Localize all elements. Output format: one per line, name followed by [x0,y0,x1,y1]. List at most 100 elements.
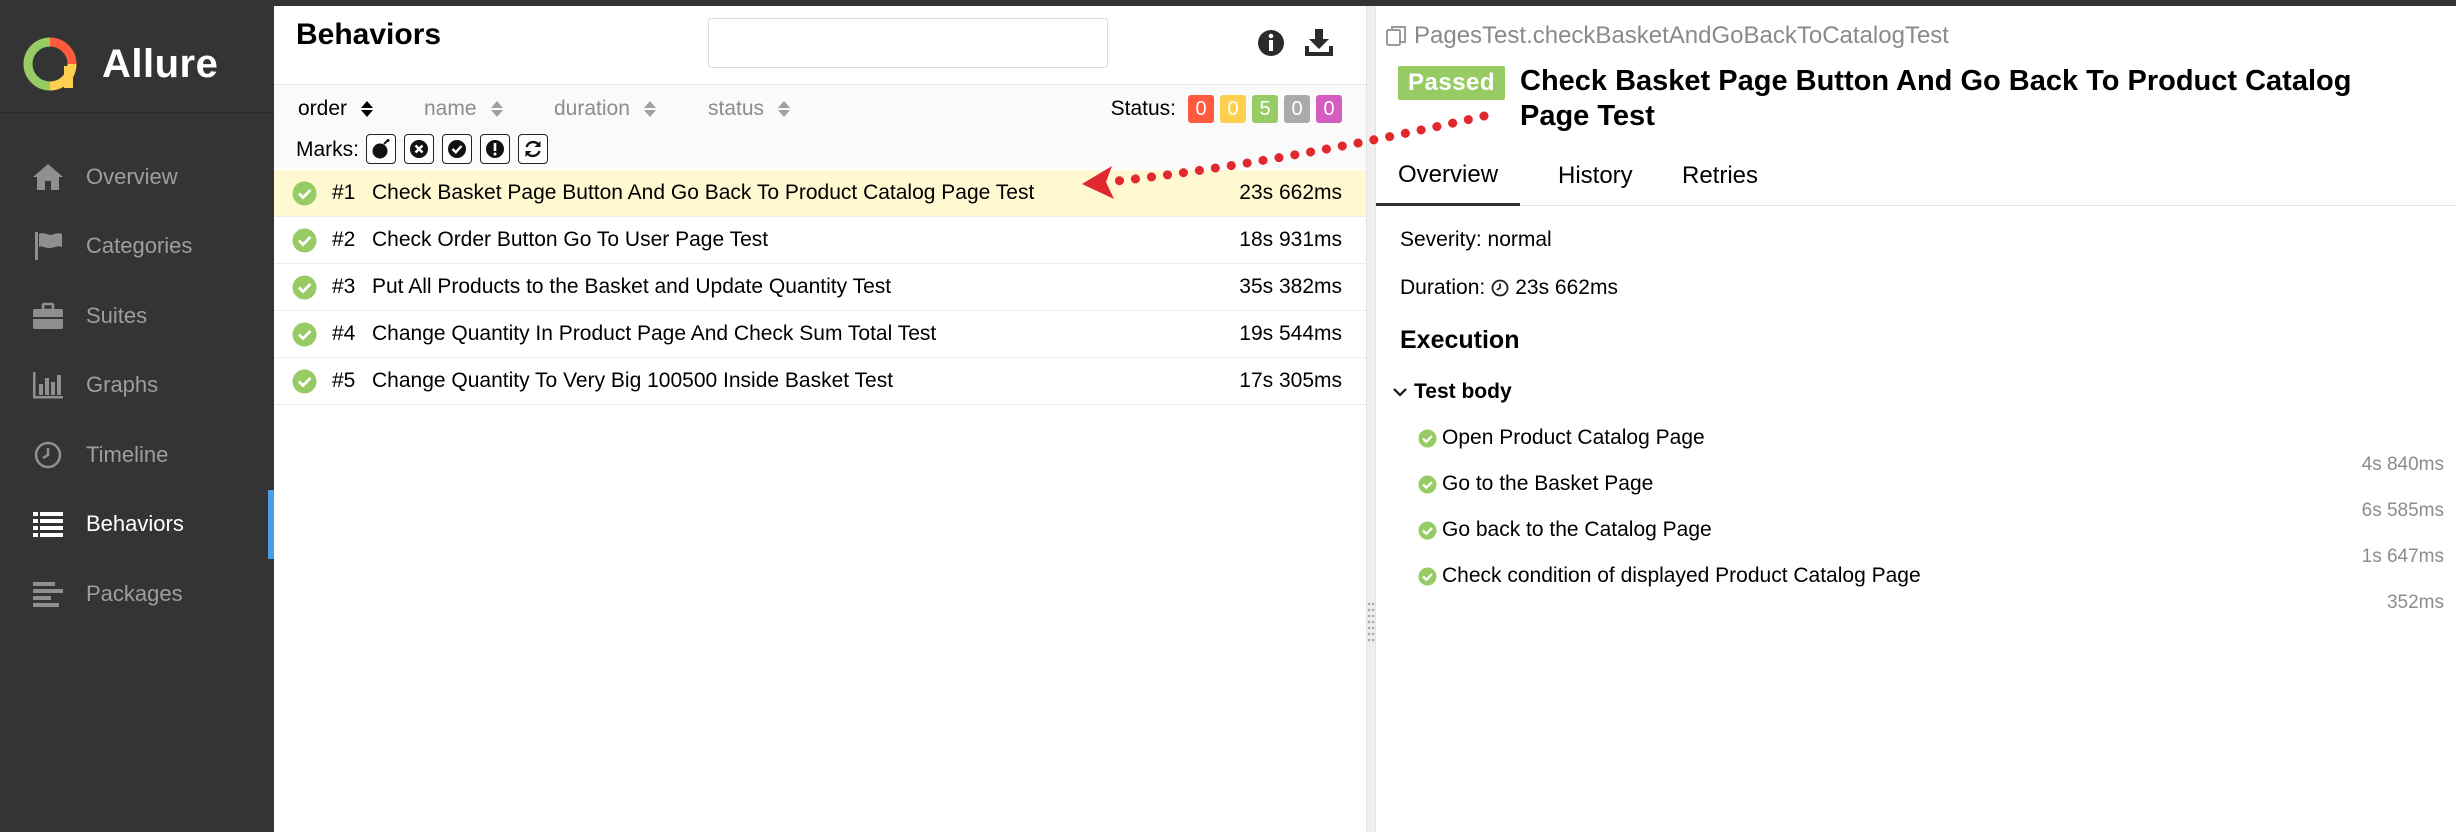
step-name: Go to the Basket Page [1442,472,1654,495]
table-row[interactable]: #3 Put All Products to the Basket and Up… [274,264,1366,311]
row-number: #4 [332,322,356,345]
sidebar-item-packages[interactable]: Packages [0,559,274,629]
behaviors-list: #1 Check Basket Page Button And Go Back … [274,170,1366,405]
list-icon [30,506,66,542]
sort-status-label: status [708,97,765,120]
behaviors-panel: Behaviors order name duration status Sta… [274,6,1366,832]
pane-splitter[interactable] [1366,6,1376,832]
status-unknown-badge[interactable]: 0 [1316,95,1342,123]
table-row[interactable]: #1 Check Basket Page Button And Go Back … [274,170,1366,217]
passed-status-icon [292,228,317,253]
test-title: Check Basket Page Button And Go Back To … [1520,65,2352,132]
status-badge: Passed [1398,66,1506,100]
row-name: Check Basket Page Button And Go Back To … [372,181,1035,204]
table-row[interactable]: #2 Check Order Button Go To User Page Te… [274,217,1366,264]
sort-order[interactable]: order [298,97,374,121]
row-name: Put All Products to the Basket and Updat… [372,275,892,298]
check-circle-icon[interactable] [442,134,472,164]
row-duration: 35s 382ms [1239,275,1342,298]
status-failed-badge[interactable]: 0 [1188,95,1214,123]
copy-icon[interactable] [1384,24,1408,48]
sidebar-item-categories[interactable]: Categories [0,212,274,282]
passed-status-icon [292,322,317,347]
step-item[interactable]: Open Product Catalog Page [1418,426,1705,450]
detail-tabs: Overview History Retries [1376,146,2456,206]
row-number: #2 [332,228,356,251]
tab-history[interactable]: History [1536,146,1655,206]
sort-bar: order name duration status Status: 0 0 5… [274,84,1366,132]
tab-overview[interactable]: Overview [1376,146,1521,206]
row-duration: 19s 544ms [1239,322,1342,345]
sidebar-item-timeline[interactable]: Timeline [0,420,274,490]
step-name: Check condition of displayed Product Cat… [1442,564,1921,587]
step-name: Open Product Catalog Page [1442,426,1705,449]
bar-chart-icon [30,367,66,403]
refresh-icon[interactable] [518,134,548,164]
marks-bar: Marks: [274,132,1366,168]
sidebar-item-graphs[interactable]: Graphs [0,351,274,421]
passed-status-icon [1418,429,1437,447]
sidebar-divider [0,112,274,113]
sort-arrows-icon [643,101,656,117]
drag-handle-icon[interactable] [1367,600,1375,644]
row-number: #5 [332,369,356,392]
bomb-icon[interactable] [366,134,396,164]
status-label: Status: [1110,97,1176,120]
sidebar-item-overview[interactable]: Overview [0,142,274,212]
status-broken-badge[interactable]: 0 [1220,95,1246,123]
test-body-toggle[interactable]: Test body [1392,380,1512,404]
table-row[interactable]: #4 Change Quantity In Product Page And C… [274,311,1366,358]
sort-duration-label: duration [554,97,630,120]
row-name: Change Quantity To Very Big 100500 Insid… [372,369,894,392]
chevron-down-icon [1393,388,1407,397]
sort-duration[interactable]: duration [554,97,656,121]
sidebar-item-label: Suites [86,302,148,328]
passed-status-icon [1418,521,1437,539]
sidebar-item-behaviors[interactable]: Behaviors [0,489,274,560]
home-icon [30,159,66,195]
sidebar: Allure Overview Categories Suites Graphs… [0,6,274,832]
row-number: #3 [332,275,356,298]
sidebar-item-suites[interactable]: Suites [0,281,274,351]
row-name: Change Quantity In Product Page And Chec… [372,322,937,345]
sidebar-item-label: Categories [86,233,193,259]
step-name: Go back to the Catalog Page [1442,518,1712,541]
status-passed-badge[interactable]: 5 [1252,95,1278,123]
sidebar-item-label: Overview [86,163,178,189]
sidebar-nav: Overview Categories Suites Graphs Timeli… [0,142,274,629]
table-row[interactable]: #5 Change Quantity To Very Big 100500 In… [274,358,1366,405]
step-item[interactable]: Go back to the Catalog Page [1418,518,1712,542]
passed-status-icon [292,275,317,300]
exclamation-circle-icon[interactable] [480,134,510,164]
sort-name[interactable]: name [424,97,503,121]
test-detail-panel: PagesTest.checkBasketAndGoBackToCatalogT… [1376,6,2456,832]
step-duration: 1s 647ms [2361,546,2444,567]
execution-title: Execution [1400,326,1520,354]
clock-icon [30,437,66,473]
breadcrumb: PagesTest.checkBasketAndGoBackToCatalogT… [1384,22,1949,50]
step-item[interactable]: Go to the Basket Page [1418,472,1653,496]
sort-status[interactable]: status [708,97,791,121]
passed-status-icon [1418,475,1437,493]
duration-label: Duration: [1400,276,1486,299]
info-icon[interactable] [1254,26,1288,60]
row-number: #1 [332,181,356,204]
step-duration: 6s 585ms [2361,500,2444,521]
brand[interactable]: Allure [22,32,218,96]
tab-retries[interactable]: Retries [1660,146,1780,206]
row-duration: 17s 305ms [1239,369,1342,392]
passed-status-icon [292,369,317,394]
passed-status-icon [292,181,317,206]
duration-line: Duration: 23s 662ms [1400,276,1618,300]
flag-icon [30,228,66,264]
sidebar-item-label: Packages [86,580,183,606]
step-duration: 4s 840ms [2361,454,2444,475]
step-item[interactable]: Check condition of displayed Product Cat… [1418,564,1921,588]
briefcase-icon [30,298,66,334]
sort-arrows-icon [361,101,374,117]
search-input[interactable] [708,18,1108,68]
status-skipped-badge[interactable]: 0 [1284,95,1310,123]
times-circle-icon[interactable] [404,134,434,164]
sort-order-label: order [298,97,348,120]
download-icon[interactable] [1302,26,1336,60]
